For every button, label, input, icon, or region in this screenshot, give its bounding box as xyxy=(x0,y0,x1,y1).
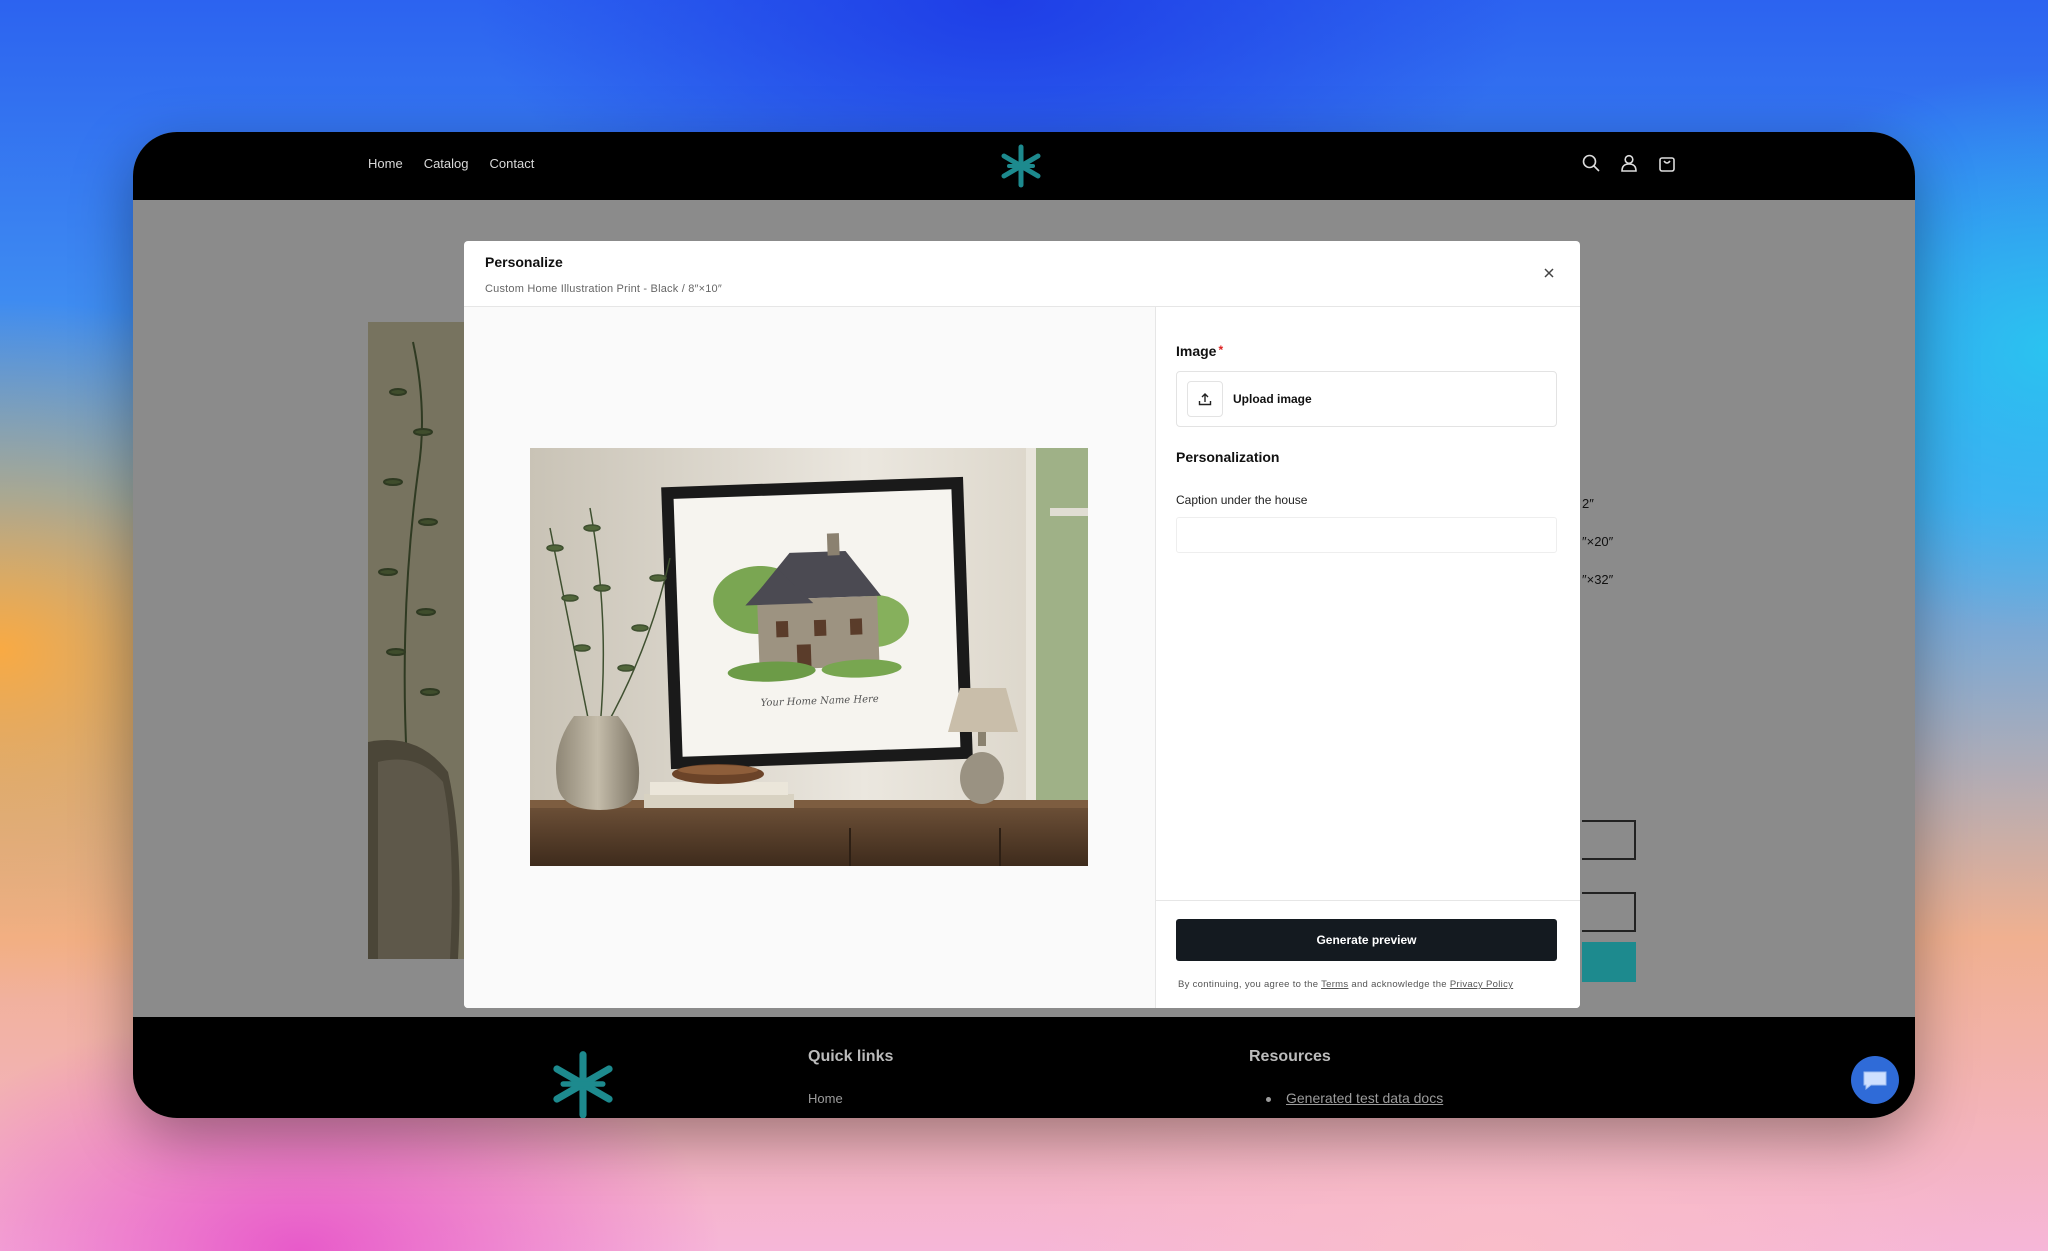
generate-preview-button[interactable]: Generate preview xyxy=(1176,919,1557,961)
legal-notice: By continuing, you agree to the Terms an… xyxy=(1178,979,1513,990)
personalize-form: Image * Upload image Personalization Capt… xyxy=(1156,307,1580,1008)
upload-image-button[interactable]: Upload image xyxy=(1176,371,1557,427)
image-label-text: Image xyxy=(1176,343,1217,359)
product-main-image xyxy=(368,322,464,959)
modal-subtitle: Custom Home Illustration Print - Black /… xyxy=(485,283,722,295)
search-icon[interactable] xyxy=(1581,153,1601,173)
buy-now-button xyxy=(1582,942,1636,982)
legal-middle: and acknowledge the xyxy=(1351,979,1447,990)
upload-icon xyxy=(1187,381,1223,417)
image-label: Image * xyxy=(1176,343,1223,359)
preview-pane: Your Home Name Here xyxy=(464,307,1156,1008)
chat-icon xyxy=(1863,1071,1887,1091)
cart-icon[interactable] xyxy=(1657,153,1677,173)
close-button[interactable] xyxy=(1539,263,1559,283)
modal-header: Personalize Custom Home Illustration Pri… xyxy=(464,241,1580,307)
personalize-modal: Personalize Custom Home Illustration Pri… xyxy=(464,241,1580,1008)
privacy-policy-link[interactable]: Privacy Policy xyxy=(1450,979,1513,990)
caption-label: Caption under the house xyxy=(1176,493,1308,507)
footer-link-test-data-docs[interactable]: Generated test data docs xyxy=(1286,1090,1443,1106)
modal-title: Personalize xyxy=(485,254,563,270)
footer-link-home[interactable]: Home xyxy=(808,1091,843,1106)
add-to-cart-outline xyxy=(1582,892,1636,932)
footer-logo-icon xyxy=(553,1051,613,1118)
header-actions xyxy=(1581,153,1677,173)
terms-link[interactable]: Terms xyxy=(1321,979,1348,990)
product-preview-image: Your Home Name Here xyxy=(530,448,1088,866)
nav-contact[interactable]: Contact xyxy=(490,156,535,171)
site-header: Home Catalog Contact xyxy=(133,132,1915,200)
required-mark: * xyxy=(1218,343,1224,357)
variant-option: 2″ xyxy=(1582,496,1594,511)
browser-window: Home Catalog Contact 2″ ″×20″ ″×32″ Quic… xyxy=(133,132,1915,1118)
account-icon[interactable] xyxy=(1619,153,1639,173)
footer-resources-heading: Resources xyxy=(1249,1048,1331,1065)
brand-logo-icon[interactable] xyxy=(999,144,1043,188)
quantity-box xyxy=(1582,820,1636,860)
footer-quick-links-heading: Quick links xyxy=(808,1048,894,1065)
upload-image-label: Upload image xyxy=(1233,392,1312,406)
nav-catalog[interactable]: Catalog xyxy=(424,156,469,171)
legal-prefix: By continuing, you agree to the xyxy=(1178,979,1319,990)
main-nav: Home Catalog Contact xyxy=(368,156,534,171)
variant-option: ″×32″ xyxy=(1582,572,1614,587)
caption-input[interactable] xyxy=(1176,517,1557,553)
site-footer: Quick links Home Resources Generated tes… xyxy=(133,1017,1915,1118)
variant-option: ″×20″ xyxy=(1582,534,1614,549)
personalization-heading: Personalization xyxy=(1176,449,1280,465)
close-icon xyxy=(1544,268,1554,278)
list-bullet xyxy=(1266,1097,1271,1102)
chat-button[interactable] xyxy=(1851,1056,1899,1104)
form-divider xyxy=(1156,900,1580,901)
nav-home[interactable]: Home xyxy=(368,156,403,171)
